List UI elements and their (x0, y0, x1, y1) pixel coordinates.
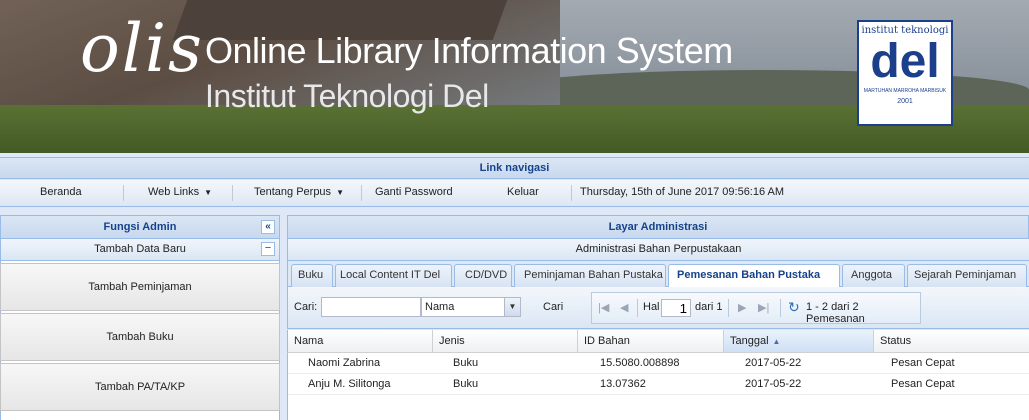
left-section-title: Tambah Data Baru (94, 243, 186, 255)
pager-separator (780, 299, 781, 317)
tambah-buku-button[interactable]: Tambah Buku (0, 313, 280, 361)
tab-buku[interactable]: Buku (291, 264, 333, 287)
tambah-pa-ta-kp-button[interactable]: Tambah PA/TA/KP (0, 363, 280, 411)
nav-separator (123, 185, 124, 201)
last-page-icon[interactable]: ▶| (758, 301, 769, 314)
cell-nama: Naomi Zabrina (308, 357, 381, 369)
grid-toolbar: Cari: Nama ▼ Cari |◀ ◀ Hal dari 1 ▶ ▶| ↻… (287, 287, 1029, 329)
chevron-down-icon[interactable]: ▼ (504, 298, 520, 316)
left-panel-title: Fungsi Admin (103, 221, 177, 233)
nav-tentang-perpus-label: Tentang Perpus (254, 186, 332, 198)
chevron-down-icon: ▼ (336, 188, 344, 197)
table-row[interactable]: Naomi Zabrina Buku 15.5080.008898 2017-0… (288, 353, 1029, 374)
tab-peminjaman[interactable]: Peminjaman Bahan Pustaka (514, 264, 666, 287)
cell-nama: Anju M. Silitonga (308, 378, 391, 390)
cell-id-bahan: 15.5080.008898 (600, 357, 680, 369)
tab-local-content[interactable]: Local Content IT Del (335, 264, 452, 287)
refresh-icon[interactable]: ↻ (788, 299, 800, 316)
pager-separator (637, 299, 638, 317)
next-page-icon[interactable]: ▶ (738, 301, 746, 314)
filter-select[interactable]: Nama ▼ (421, 297, 521, 317)
grid-header: Nama Jenis ID Bahan Tanggal ▲ Status (287, 330, 1029, 353)
nav-ganti-password[interactable]: Ganti Password (375, 186, 453, 198)
page-label: Hal (643, 301, 660, 313)
cell-tanggal: 2017-05-22 (745, 378, 802, 390)
first-page-icon[interactable]: |◀ (598, 301, 609, 314)
del-logo-main: del (870, 35, 940, 88)
right-panel-title: Layar Administrasi (287, 215, 1029, 239)
search-input[interactable] (321, 297, 421, 317)
col-nama[interactable]: Nama (288, 330, 433, 352)
display-message: 1 - 2 dari 2 Pemesanan (806, 301, 865, 325)
cell-status: Pesan Cepat (891, 357, 955, 369)
nav-web-links[interactable]: Web Links ▼ (148, 186, 212, 198)
nav-title: Link navigasi (0, 157, 1029, 179)
del-logo-year: 2001 (897, 98, 913, 105)
nav-separator (361, 185, 362, 201)
nav-web-links-label: Web Links (148, 186, 200, 198)
section-collapse-icon[interactable]: − (261, 242, 275, 256)
nav-tentang-perpus[interactable]: Tentang Perpus ▼ (254, 186, 344, 198)
cell-id-bahan: 13.07362 (600, 378, 646, 390)
col-id-bahan[interactable]: ID Bahan (578, 330, 724, 352)
left-panel-header: Fungsi Admin « (0, 215, 280, 239)
site-title: Online Library Information System (205, 30, 733, 71)
nav-separator (232, 185, 233, 201)
chevron-down-icon: ▼ (204, 188, 213, 197)
header-banner: olis Online Library Information System I… (0, 0, 1029, 153)
cell-tanggal: 2017-05-22 (745, 357, 802, 369)
table-row[interactable]: Anju M. Silitonga Buku 13.07362 2017-05-… (288, 374, 1029, 395)
col-tanggal-label: Tanggal (730, 335, 769, 347)
left-section-header: Tambah Data Baru − (0, 239, 280, 261)
tab-sejarah[interactable]: Sejarah Peminjaman (907, 264, 1027, 287)
tab-pemesanan[interactable]: Pemesanan Bahan Pustaka (668, 264, 840, 288)
sort-asc-icon: ▲ (772, 337, 781, 346)
del-logo-motto: MARTUHAN MARROHA MARBISUK (863, 88, 947, 94)
nav-separator (571, 185, 572, 201)
collapse-left-icon[interactable]: « (261, 220, 275, 234)
pager: |◀ ◀ Hal dari 1 ▶ ▶| ↻ 1 - 2 dari 2 Peme… (591, 292, 921, 325)
col-tanggal[interactable]: Tanggal ▲ (724, 330, 874, 352)
cell-jenis: Buku (453, 378, 479, 390)
page-count: dari 1 (695, 301, 723, 313)
datetime-display: Thursday, 15th of June 2017 09:56:16 AM (580, 186, 785, 198)
grid-body: Naomi Zabrina Buku 15.5080.008898 2017-0… (287, 353, 1029, 420)
tambah-peminjaman-button[interactable]: Tambah Peminjaman (0, 263, 280, 311)
tab-cd-dvd[interactable]: CD/DVD (454, 264, 512, 287)
search-label: Cari: (294, 301, 318, 313)
site-subtitle: Institut Teknologi Del (205, 78, 489, 114)
tab-anggota[interactable]: Anggota (842, 264, 905, 287)
cell-jenis: Buku (453, 357, 479, 369)
prev-page-icon[interactable]: ◀ (620, 301, 628, 314)
col-status[interactable]: Status (874, 330, 1029, 352)
filter-select-value: Nama (425, 301, 455, 313)
cell-status: Pesan Cepat (891, 378, 955, 390)
tab-bar: Buku Local Content IT Del CD/DVD Peminja… (287, 261, 1029, 288)
nav-bar: Beranda Web Links ▼ Tentang Perpus ▼ Ganti… (0, 180, 1029, 207)
pager-separator (728, 299, 729, 317)
search-button[interactable]: Cari (543, 301, 563, 313)
col-jenis[interactable]: Jenis (433, 330, 578, 352)
olis-logo: olis (80, 10, 204, 87)
page-number-input[interactable] (661, 299, 691, 317)
del-logo: institut teknologi del MARTUHAN MARROHA … (857, 20, 953, 126)
right-panel-subtitle: Administrasi Bahan Perpustakaan (287, 239, 1029, 261)
nav-keluar[interactable]: Keluar (507, 186, 539, 198)
nav-beranda[interactable]: Beranda (40, 186, 82, 198)
